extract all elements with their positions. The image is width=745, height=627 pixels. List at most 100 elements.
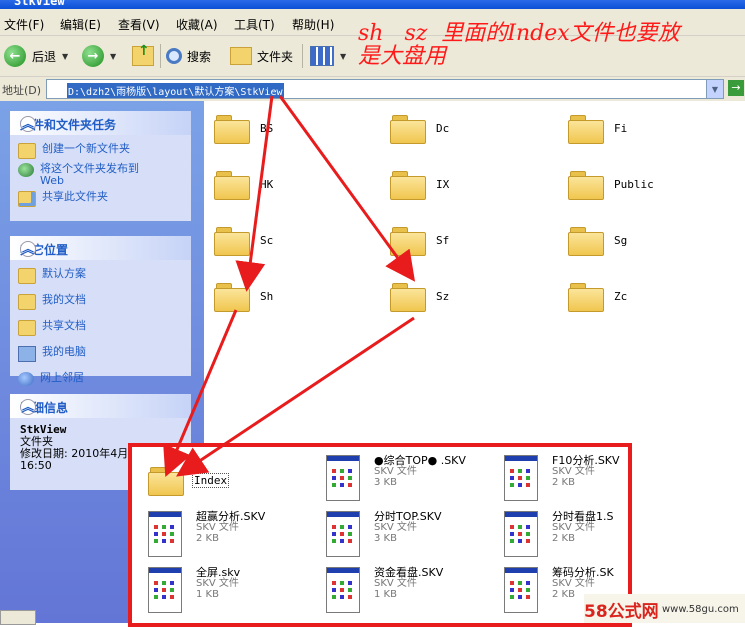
folder-item[interactable]: Fi [568,113,627,144]
file-size: 2 KB [196,533,219,544]
panel-header[interactable]: 文件和文件夹任务 ︽ [10,111,191,135]
file-size: 3 KB [374,477,397,488]
index-folder[interactable]: Index [148,465,230,496]
forward-button[interactable]: → ▼ [82,42,116,70]
folder-item[interactable]: Sz [390,281,450,312]
skv-file-icon [504,511,538,557]
address-bar: 地址(D) D:\dzh2\雨杨版\layout\默认方案\StkView ▼ … [0,76,745,101]
chevron-down-icon[interactable]: ▼ [340,52,346,61]
folder-label: Zc [614,289,628,303]
go-arrow-icon[interactable]: → [728,80,744,96]
file-name: 筹码分析.SK [552,566,614,579]
chevron-down-icon[interactable]: ▼ [706,80,723,98]
place-label: 我的文档 [42,293,86,306]
watermark-url: www.58gu.com [662,604,739,615]
folder-label: Sf [436,233,450,247]
address-input[interactable]: D:\dzh2\雨杨版\layout\默认方案\StkView ▼ [46,79,724,99]
panel-header[interactable]: 详细信息 ︽ [10,394,191,418]
chevron-down-icon[interactable]: ▼ [110,52,116,61]
skv-file[interactable]: F10分析.SKV SKV 文件 2 KB [504,455,620,501]
menu-file[interactable]: 文件(F) [4,16,44,33]
task-publish-web[interactable]: 将这个文件夹发布到 Web [10,161,191,189]
task-share-folder[interactable]: 共享此文件夹 [10,189,191,209]
collapse-chevron-icon[interactable]: ︽ [20,116,36,132]
folder-item[interactable]: Sh [214,281,274,312]
up-folder-button[interactable]: ↑ [132,42,154,70]
folder-item[interactable]: BS [214,113,274,144]
collapse-chevron-icon[interactable]: ︽ [20,241,36,257]
file-type: SKV 文件 [552,578,595,589]
place-network[interactable]: 网上邻居 [10,370,191,388]
folder-icon [568,281,604,312]
menu-edit[interactable]: 编辑(E) [60,16,101,33]
folder-label: Sh [260,289,274,303]
folder-item[interactable]: Dc [390,113,449,144]
back-arrow-icon: ← [4,45,26,67]
place-label: 共享文档 [42,319,86,332]
skv-file[interactable]: 分时看盘1.S SKV 文件 2 KB [504,511,613,557]
documents-folder-icon [18,294,36,310]
file-size: 3 KB [374,533,397,544]
place-label: 我的电脑 [42,345,86,358]
place-my-documents[interactable]: 我的文档 [10,292,191,312]
views-button[interactable]: ▼ [310,42,346,70]
skv-file-icon [504,567,538,613]
menu-tools[interactable]: 工具(T) [234,16,275,33]
folder-item[interactable]: HK [214,169,274,200]
folder-item[interactable]: Sg [568,225,627,256]
skv-file[interactable]: 资金看盘.SKV SKV 文件 1 KB [326,567,443,613]
file-tasks-panel: 文件和文件夹任务 ︽ 创建一个新文件夹 将这个文件夹发布到 Web 共享此文件夹 [10,111,191,221]
folder-label: Sz [436,289,450,303]
file-type: SKV 文件 [552,466,595,477]
folder-icon [214,169,250,200]
watermark-brand: 58公式网 [584,602,659,622]
task-new-folder[interactable]: 创建一个新文件夹 [10,141,191,161]
folder-item[interactable]: Public [568,169,654,200]
watermark: 58公式网 www.58gu.com [584,594,745,623]
folder-label: HK [260,177,274,191]
file-type: SKV 文件 [374,466,417,477]
search-button[interactable]: 搜索 [166,42,211,70]
menu-help[interactable]: 帮助(H) [292,16,334,33]
folder-item[interactable]: IX [390,169,450,200]
collapse-chevron-icon[interactable]: ︽ [20,399,36,415]
skv-file-icon [504,455,538,501]
file-size: 1 KB [196,589,219,600]
folder-icon [214,113,250,144]
address-path[interactable]: D:\dzh2\雨杨版\layout\默认方案\StkView [67,83,284,98]
folders-button[interactable]: 文件夹 [230,42,293,70]
folder-label: IX [436,177,450,191]
skv-file-icon [148,567,182,613]
folders-label: 文件夹 [257,49,294,64]
skv-file[interactable]: 超赢分析.SKV SKV 文件 2 KB [148,511,265,557]
back-button[interactable]: ← 后退 ▼ [4,42,68,70]
folder-label: Sc [260,233,274,247]
place-label: 网上邻居 [40,371,84,384]
forward-arrow-icon: → [82,45,104,67]
file-type: SKV 文件 [196,578,239,589]
title-bar[interactable]: StkView [0,0,745,9]
folder-item[interactable]: Sf [390,225,450,256]
folder-icon [390,169,426,200]
panel-header[interactable]: 其它位置 ︽ [10,236,191,260]
skv-file[interactable]: 全屏.skv SKV 文件 1 KB [148,567,240,613]
file-name: 分时看盘1.S [552,510,614,523]
task-label: 共享此文件夹 [42,190,108,203]
skv-file[interactable]: ●综合TOP● .SKV SKV 文件 3 KB [326,455,466,501]
new-folder-icon [18,143,36,159]
menu-view[interactable]: 查看(V) [118,16,160,33]
place-shared-documents[interactable]: 共享文档 [10,318,191,338]
file-name: F10分析.SKV [552,454,620,467]
folder-item[interactable]: Zc [568,281,628,312]
place-my-computer[interactable]: 我的电脑 [10,344,191,364]
views-grid-icon [310,46,334,66]
folder-item[interactable]: Sc [214,225,274,256]
place-default-scheme[interactable]: 默认方案 [10,266,191,286]
chevron-down-icon[interactable]: ▼ [62,52,68,61]
folder-label: BS [260,121,274,135]
menu-favorites[interactable]: 收藏(A) [176,16,218,33]
skv-file-icon [326,567,360,613]
task-label: 创建一个新文件夹 [42,142,130,155]
skv-file[interactable]: 分时TOP.SKV SKV 文件 3 KB [326,511,442,557]
up-folder-icon: ↑ [132,43,154,66]
